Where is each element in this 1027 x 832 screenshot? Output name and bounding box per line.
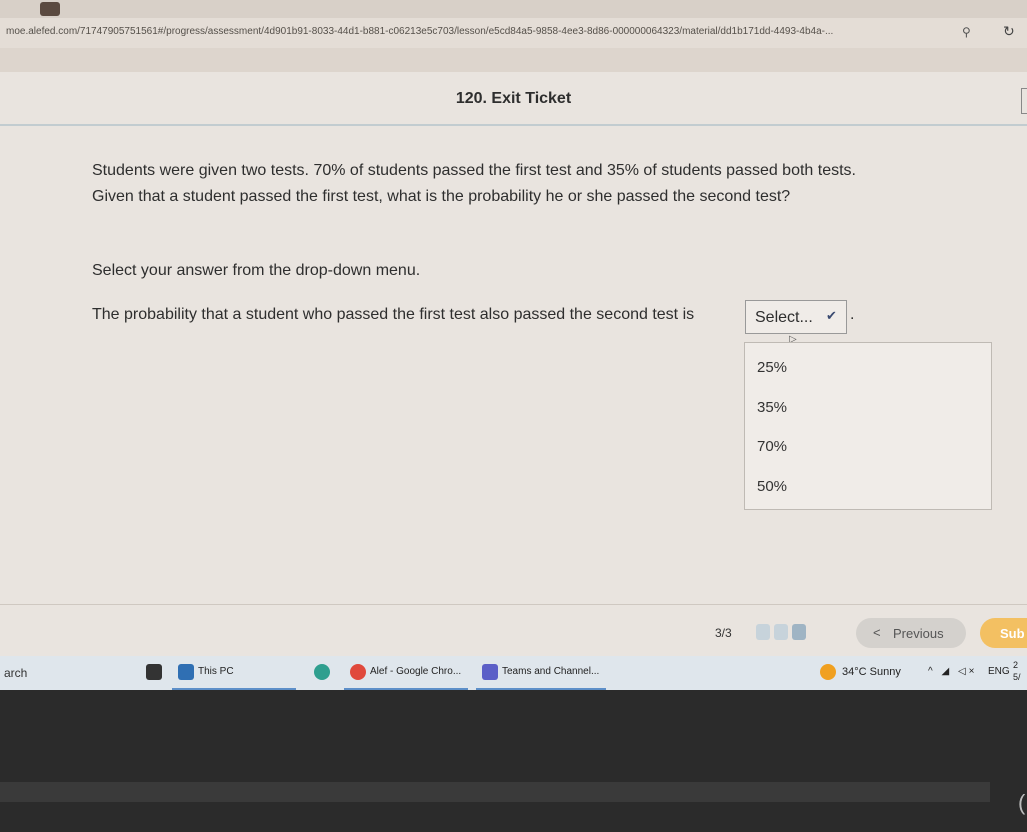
top-band [0,48,1027,72]
pager-dot-3[interactable] [792,624,806,640]
prompt-period: . [850,306,855,323]
answer-select[interactable]: Select... ✔ [745,300,847,334]
clock-date: 5/ [1013,672,1021,682]
reload-icon[interactable]: ↻ [1003,23,1015,40]
bezel-strip [0,782,990,802]
taskbar-item-label: Alef - Google Chro... [370,666,462,677]
answer-prompt: The probability that a student who passe… [92,306,695,323]
taskbar-search[interactable]: arch [4,666,27,680]
dropdown-option-50[interactable]: 50% [757,478,787,495]
dropdown-option-25[interactable]: 25% [757,359,787,376]
browser-tab-strip [0,0,1027,18]
question-counter: 3/3 [715,626,732,640]
chevron-left-icon: < [873,625,881,640]
chrome-icon [350,664,366,680]
clock-time: 2 [1013,660,1019,670]
weather-sun-icon[interactable] [820,664,836,680]
assessment-page: 120. Exit Ticket Students were given two… [0,48,1027,656]
dropdown-option-70[interactable]: 70% [757,438,787,455]
select-value: Select... [755,309,813,326]
taskbar-item-this-pc[interactable]: This PC [172,656,296,690]
question-text: Students were given two tests. 70% of st… [92,162,856,205]
address-bar[interactable]: moe.alefed.com/71747905751561#/progress/… [0,18,1027,48]
pager-dot-1[interactable] [756,624,770,640]
edge-icon [314,664,330,680]
taskbar-item-label: Teams and Channel... [502,666,600,677]
task-view-button[interactable] [140,656,170,690]
page-title: 120. Exit Ticket [455,90,572,107]
folder-icon [178,664,194,680]
task-view-icon [146,664,162,680]
pager-dot-2[interactable] [774,624,788,640]
teams-icon [482,664,498,680]
chevron-down-icon: ✔ [826,308,837,323]
weather-text[interactable]: 34°C Sunny [842,666,901,678]
previous-label: Previous [893,626,944,641]
taskbar-item-label: This PC [198,666,234,677]
instruction-text: Select your answer from the drop-down me… [92,262,421,279]
footer-divider [0,604,1027,605]
taskbar-item-teams[interactable]: Teams and Channel... [476,656,606,690]
windows-taskbar: arch This PC Alef - Google Chro... Teams… [0,656,1027,690]
bezel-edge: ( [1018,790,1026,815]
dropdown-option-35[interactable]: 35% [757,399,787,416]
page-header: 120. Exit Ticket [0,78,1027,126]
location-pin-icon[interactable]: ⚲ [962,25,971,39]
submit-button[interactable]: Sub [980,618,1027,648]
side-panel-toggle[interactable] [1021,88,1027,114]
language-indicator[interactable]: ENG [988,666,1010,677]
taskbar-item-edge[interactable] [308,656,338,690]
clock[interactable]: 2 5/ [1013,659,1021,683]
taskbar-item-chrome[interactable]: Alef - Google Chro... [344,656,468,690]
submit-label: Sub [1000,626,1025,641]
monitor-bezel: ( [0,690,1027,832]
url-text[interactable]: moe.alefed.com/71747905751561#/progress/… [6,26,956,37]
tray-icons[interactable]: ^ ◢ ◁× [928,666,977,677]
answer-dropdown-menu: 25% 35% 70% 50% [744,342,992,510]
tab-icon[interactable] [40,2,60,16]
previous-button[interactable]: < Previous [856,618,966,648]
